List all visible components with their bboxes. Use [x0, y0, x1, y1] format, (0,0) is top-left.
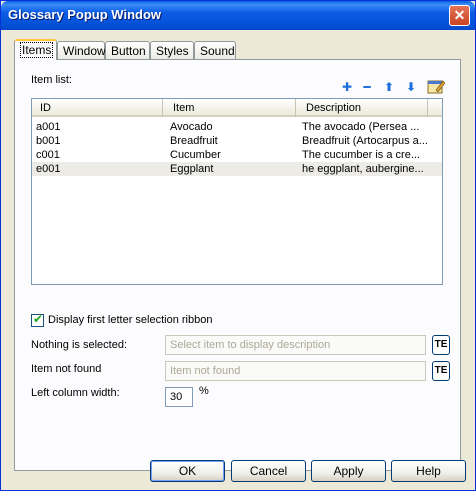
not-found-te-button[interactable]: TE [432, 361, 450, 381]
column-header-item[interactable]: Item [163, 99, 296, 117]
row-description: The avocado (Persea ... [302, 121, 420, 133]
ok-button[interactable]: OK [150, 460, 225, 482]
column-header-id[interactable]: ID [32, 99, 163, 117]
not-found-label: Item not found [31, 363, 102, 375]
list-header: ID Item Description [32, 99, 442, 117]
left-column-width-input[interactable]: 30 [165, 387, 193, 407]
row-item: Avocado [170, 121, 213, 133]
move-down-icon[interactable]: ⬇ [404, 80, 418, 94]
ribbon-checkbox-label[interactable]: Display first letter selection ribbon [48, 314, 212, 326]
percent-unit: % [199, 385, 209, 397]
tab-button[interactable]: Button [105, 41, 150, 59]
dialog-client-area: Items Window Button Styles Sound Item li… [4, 30, 472, 488]
row-description: he eggplant, aubergine... [302, 163, 424, 175]
row-id: b001 [36, 135, 61, 147]
row-id: e001 [36, 163, 61, 175]
close-icon: ✕ [453, 7, 466, 23]
glossary-popup-window: Glossary Popup Window ✕ Items Window But… [0, 0, 476, 491]
row-id: a001 [36, 121, 61, 133]
help-button[interactable]: Help [391, 460, 466, 482]
column-header-description[interactable]: Description [296, 99, 428, 117]
nothing-selected-label: Nothing is selected: [31, 339, 127, 351]
tab-items-label: Items [20, 42, 54, 58]
row-item: Eggplant [170, 163, 214, 175]
add-icon[interactable]: ✚ [340, 80, 354, 94]
row-item: Breadfruit [170, 135, 218, 147]
remove-icon[interactable]: ━ [360, 80, 374, 94]
list-row[interactable]: b001 Breadfruit Breadfruit (Artocarpus a… [32, 134, 442, 148]
row-description: The cucumber is a cre... [302, 149, 420, 161]
item-list[interactable]: ID Item Description a001 Avocado The avo… [31, 98, 443, 285]
close-button[interactable]: ✕ [449, 5, 470, 26]
tab-window[interactable]: Window [57, 41, 106, 59]
left-column-width-label: Left column width: [31, 387, 120, 399]
cancel-button[interactable]: Cancel [231, 460, 306, 482]
nothing-selected-te-button[interactable]: TE [432, 335, 450, 355]
nothing-selected-field[interactable]: Select item to display description [165, 335, 426, 355]
item-list-label: Item list: [31, 74, 72, 86]
not-found-field[interactable]: Item not found [165, 361, 426, 381]
edit-icon[interactable] [427, 78, 446, 95]
row-item: Cucumber [170, 149, 221, 161]
move-up-icon[interactable]: ⬆ [382, 80, 396, 94]
ribbon-checkbox[interactable]: ✔ [31, 312, 44, 327]
apply-button[interactable]: Apply [311, 460, 386, 482]
checkmark-icon: ✔ [33, 312, 44, 326]
tab-sound[interactable]: Sound [194, 41, 236, 59]
tab-styles[interactable]: Styles [150, 41, 194, 59]
list-row[interactable]: a001 Avocado The avocado (Persea ... [32, 120, 442, 134]
row-id: c001 [36, 149, 60, 161]
row-description: Breadfruit (Artocarpus a... [302, 135, 428, 147]
window-title: Glossary Popup Window [8, 7, 162, 22]
list-row[interactable]: c001 Cucumber The cucumber is a cre... [32, 148, 442, 162]
title-bar[interactable]: Glossary Popup Window ✕ [1, 1, 475, 30]
list-row-selected[interactable]: e001 Eggplant he eggplant, aubergine... [32, 162, 442, 176]
items-tab-panel: Item list: ✚ ━ ⬆ ⬇ ID Item Description a… [14, 59, 461, 471]
tab-items[interactable]: Items [14, 39, 57, 60]
